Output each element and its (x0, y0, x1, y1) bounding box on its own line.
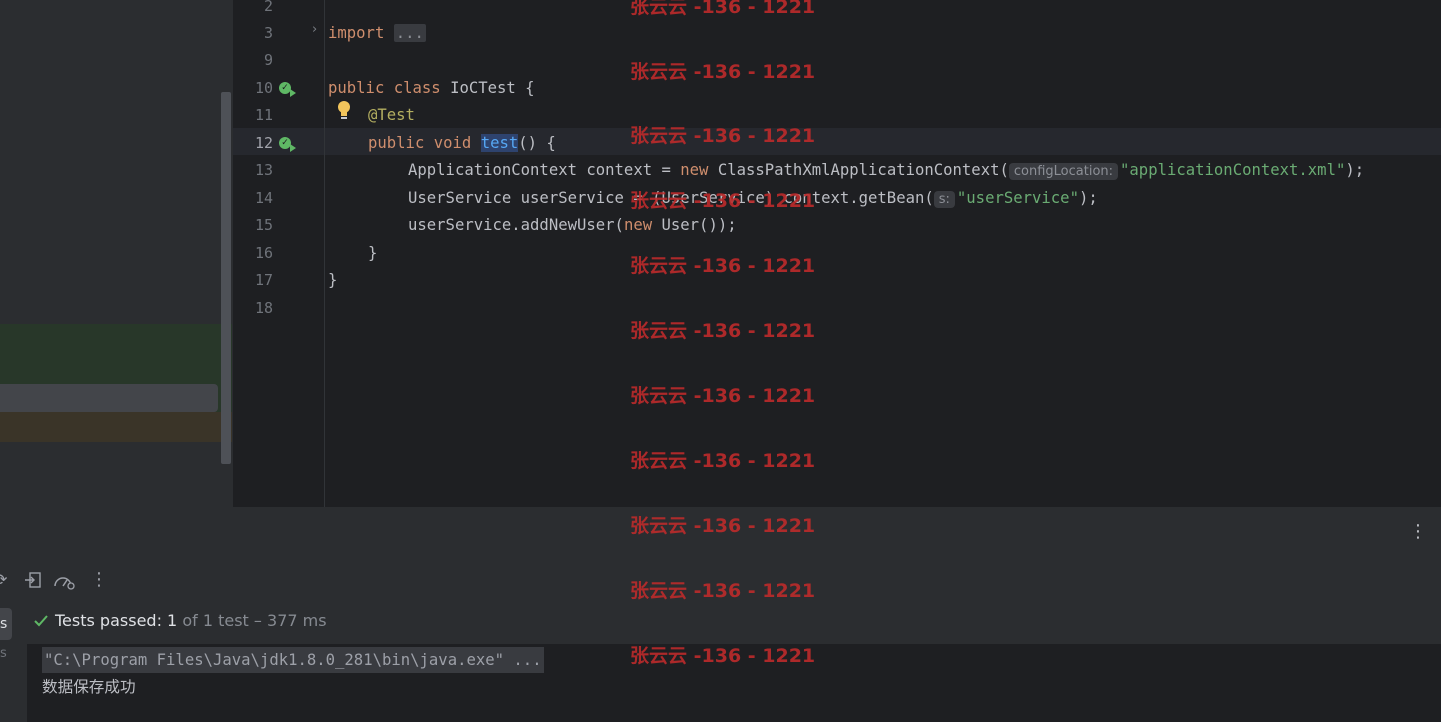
project-panel-scrollbar[interactable] (221, 92, 231, 464)
line-number: 18 (254, 299, 273, 317)
folded-imports[interactable]: ... (393, 24, 426, 42)
parameter-hint: configLocation: (1008, 163, 1119, 180)
code-text: UserService userService = (UserService) … (408, 189, 934, 207)
keyword: new (680, 161, 709, 179)
code-text: ApplicationContext context = (408, 161, 681, 179)
code-text: () { (518, 134, 556, 152)
keyword: class (393, 79, 441, 97)
line-number: 9 (263, 51, 273, 69)
code-line-12[interactable]: public void test() { (368, 130, 556, 157)
code-text: userService.addNewUser( (408, 216, 624, 234)
test-status-text: Tests passed: 1 of 1 test – 377 ms (55, 611, 327, 630)
code-text: User()); (652, 216, 737, 234)
intention-bulb-icon[interactable] (337, 100, 351, 122)
editor-gutter: 2 3 9 10 11 12 13 14 15 16 17 18 ✓ ✓ › (233, 0, 324, 507)
annotation: @Test (368, 106, 415, 124)
console-output-line: 数据保存成功 (42, 678, 136, 696)
code-editor[interactable]: 2 3 9 10 11 12 13 14 15 16 17 18 ✓ ✓ › i… (233, 0, 1441, 507)
line-number: 16 (254, 244, 273, 262)
more-icon[interactable]: ⋮ (1409, 523, 1427, 541)
code-line-10[interactable]: public class IoCTest { (328, 75, 535, 102)
export-icon[interactable] (24, 571, 42, 589)
code-text: } (328, 271, 338, 289)
code-line-16[interactable]: } (368, 240, 377, 267)
class-name: IoCTest { (450, 79, 535, 97)
method-name: test (480, 134, 519, 152)
test-tree-item[interactable]: s (0, 646, 7, 661)
separator: – (253, 611, 262, 630)
code-line-13[interactable]: ApplicationContext context = new ClassPa… (408, 157, 1364, 184)
keyword: public (368, 134, 425, 152)
code-text: ); (1345, 161, 1365, 179)
code-text: ClassPathXmlApplicationContext( (708, 161, 1009, 179)
run-tool-window-header: ⋮ (0, 507, 1441, 559)
line-number: 2 (263, 0, 273, 15)
line-number: 11 (254, 106, 273, 124)
code-line-17[interactable]: } (328, 267, 337, 294)
code-line-15[interactable]: userService.addNewUser(new User()); (408, 212, 737, 239)
parameter-hint: s: (933, 191, 955, 208)
console-output[interactable]: "C:\Program Files\Java\jdk1.8.0_281\bin\… (27, 644, 1441, 722)
project-tree-selected-row[interactable] (0, 384, 218, 412)
line-number: 17 (254, 271, 273, 289)
code-text: } (368, 244, 378, 262)
string-literal: "userService" (956, 189, 1079, 207)
test-status-bar: Tests passed: 1 of 1 test – 377 ms (27, 603, 1441, 644)
fold-arrow-icon[interactable]: › (312, 22, 317, 37)
run-test-icon[interactable]: ✓ (279, 82, 296, 97)
line-number: 15 (254, 216, 273, 234)
more-icon[interactable]: ⋮ (90, 569, 108, 590)
string-literal: "applicationContext.xml" (1120, 161, 1346, 179)
total-count: of 1 test (182, 611, 249, 630)
line-number: 14 (254, 189, 273, 207)
console-command-line[interactable]: "C:\Program Files\Java\jdk1.8.0_281\bin\… (42, 647, 544, 673)
project-tree-highlight-orange (0, 412, 232, 442)
line-number: 13 (254, 161, 273, 179)
keyword: void (433, 134, 472, 152)
check-icon (34, 615, 48, 627)
code-line-14[interactable]: UserService userService = (UserService) … (408, 185, 1098, 212)
test-tree-selected-item[interactable]: s (0, 608, 12, 640)
line-number: 10 (254, 79, 273, 97)
gutter-divider (324, 0, 325, 507)
keyword: import (328, 24, 385, 42)
keyword: new (623, 216, 653, 234)
code-line-3[interactable]: import ... (328, 20, 426, 47)
run-toolbar: ⟳ ⋮ (0, 558, 1441, 604)
test-duration: 377 ms (267, 611, 327, 630)
coverage-icon[interactable] (53, 572, 75, 590)
line-number: 3 (263, 24, 273, 42)
code-line-11[interactable]: @Test (368, 102, 415, 129)
keyword: public (328, 79, 385, 97)
rerun-icon[interactable]: ⟳ (0, 570, 7, 589)
status-label: Tests passed: (55, 611, 162, 630)
run-test-icon[interactable]: ✓ (279, 137, 296, 152)
passed-count: 1 (167, 611, 178, 630)
code-text: ); (1078, 189, 1098, 207)
line-number: 12 (254, 134, 273, 152)
